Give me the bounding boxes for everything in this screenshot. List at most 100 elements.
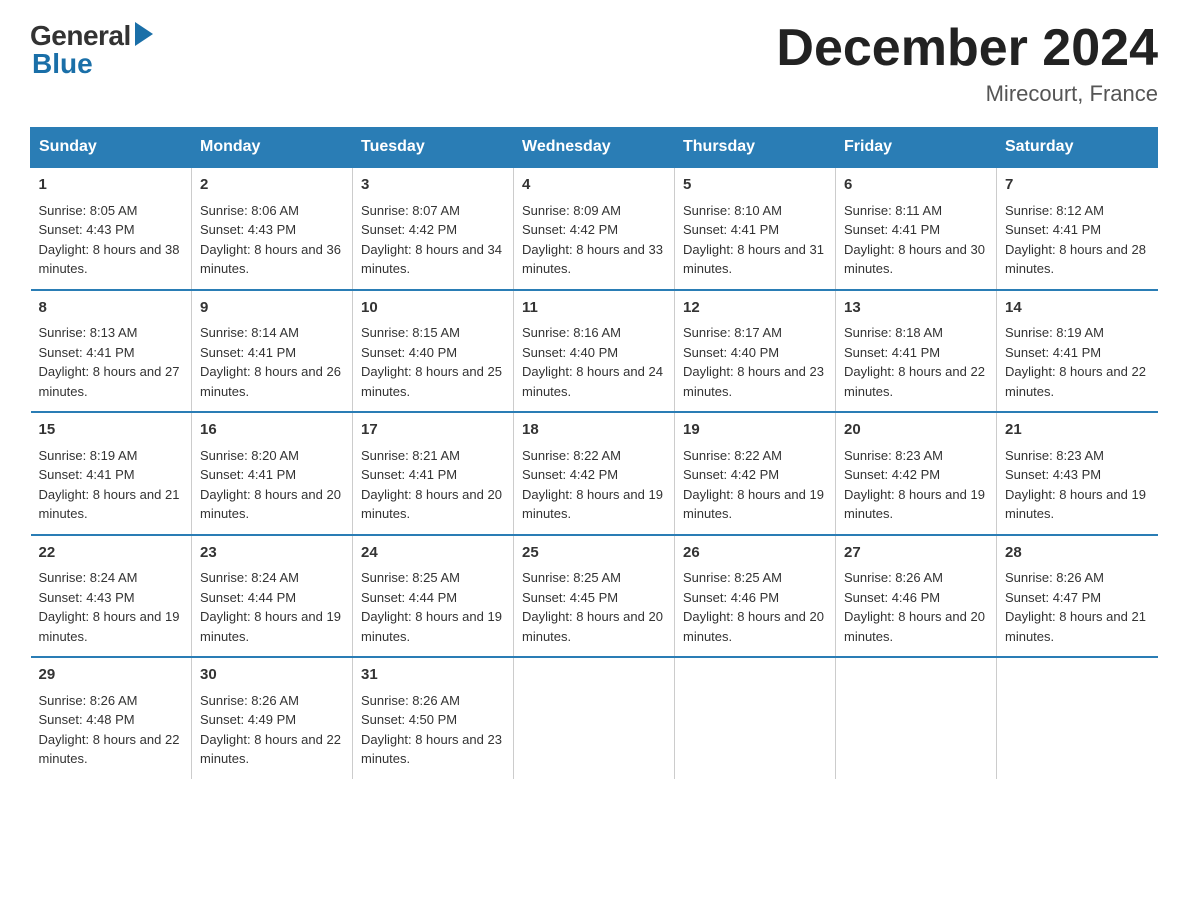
day-info: Sunrise: 8:06 AMSunset: 4:43 PMDaylight:… <box>200 203 341 277</box>
day-info: Sunrise: 8:25 AMSunset: 4:46 PMDaylight:… <box>683 570 824 644</box>
calendar-cell: 30 Sunrise: 8:26 AMSunset: 4:49 PMDayligh… <box>192 657 353 779</box>
calendar-cell: 11Sunrise: 8:16 AMSunset: 4:40 PMDayligh… <box>514 290 675 413</box>
day-number: 21 <box>1005 419 1150 442</box>
calendar-week-row: 8 Sunrise: 8:13 AMSunset: 4:41 PMDaylight… <box>31 290 1158 413</box>
day-number: 23 <box>200 542 344 565</box>
calendar-header-row: SundayMondayTuesdayWednesdayThursdayFrid… <box>31 128 1158 168</box>
day-number: 24 <box>361 542 505 565</box>
day-info: Sunrise: 8:17 AMSunset: 4:40 PMDaylight:… <box>683 325 824 399</box>
day-info: Sunrise: 8:14 AMSunset: 4:41 PMDaylight:… <box>200 325 341 399</box>
day-info: Sunrise: 8:12 AMSunset: 4:41 PMDaylight:… <box>1005 203 1146 277</box>
day-number: 25 <box>522 542 666 565</box>
calendar-cell: 18 Sunrise: 8:22 AMSunset: 4:42 PMDayligh… <box>514 412 675 535</box>
day-number: 14 <box>1005 297 1150 320</box>
day-number: 13 <box>844 297 988 320</box>
day-number: 30 <box>200 664 344 687</box>
logo-blue-text: Blue <box>32 48 93 80</box>
day-number: 17 <box>361 419 505 442</box>
day-info: Sunrise: 8:10 AMSunset: 4:41 PMDaylight:… <box>683 203 824 277</box>
day-number: 15 <box>39 419 184 442</box>
calendar-cell: 29Sunrise: 8:26 AMSunset: 4:48 PMDayligh… <box>31 657 192 779</box>
calendar-cell: 10 Sunrise: 8:15 AMSunset: 4:40 PMDayligh… <box>353 290 514 413</box>
day-info: Sunrise: 8:11 AMSunset: 4:41 PMDaylight:… <box>844 203 985 277</box>
calendar-cell <box>997 657 1158 779</box>
calendar-cell: 20Sunrise: 8:23 AMSunset: 4:42 PMDayligh… <box>836 412 997 535</box>
day-number: 10 <box>361 297 505 320</box>
day-info: Sunrise: 8:07 AMSunset: 4:42 PMDaylight:… <box>361 203 502 277</box>
day-number: 9 <box>200 297 344 320</box>
calendar-cell <box>675 657 836 779</box>
day-info: Sunrise: 8:22 AMSunset: 4:42 PMDaylight:… <box>522 448 663 522</box>
header-thursday: Thursday <box>675 128 836 168</box>
day-number: 29 <box>39 664 184 687</box>
day-info: Sunrise: 8:05 AMSunset: 4:43 PMDaylight:… <box>39 203 180 277</box>
day-number: 18 <box>522 419 666 442</box>
day-number: 1 <box>39 174 184 197</box>
calendar-cell: 31 Sunrise: 8:26 AMSunset: 4:50 PMDayligh… <box>353 657 514 779</box>
calendar-cell: 22 Sunrise: 8:24 AMSunset: 4:43 PMDayligh… <box>31 535 192 658</box>
day-number: 16 <box>200 419 344 442</box>
day-info: Sunrise: 8:19 AMSunset: 4:41 PMDaylight:… <box>39 448 180 522</box>
day-info: Sunrise: 8:23 AMSunset: 4:43 PMDaylight:… <box>1005 448 1146 522</box>
day-info: Sunrise: 8:24 AMSunset: 4:44 PMDaylight:… <box>200 570 341 644</box>
day-info: Sunrise: 8:25 AMSunset: 4:45 PMDaylight:… <box>522 570 663 644</box>
calendar-cell <box>514 657 675 779</box>
logo: General Blue <box>30 20 153 80</box>
day-info: Sunrise: 8:26 AMSunset: 4:49 PMDaylight:… <box>200 693 341 767</box>
day-info: Sunrise: 8:26 AMSunset: 4:46 PMDaylight:… <box>844 570 985 644</box>
calendar-cell: 26 Sunrise: 8:25 AMSunset: 4:46 PMDayligh… <box>675 535 836 658</box>
day-info: Sunrise: 8:26 AMSunset: 4:50 PMDaylight:… <box>361 693 502 767</box>
calendar-cell: 4 Sunrise: 8:09 AMSunset: 4:42 PMDaylight… <box>514 167 675 290</box>
day-number: 31 <box>361 664 505 687</box>
calendar-cell: 3 Sunrise: 8:07 AMSunset: 4:42 PMDaylight… <box>353 167 514 290</box>
day-info: Sunrise: 8:26 AMSunset: 4:47 PMDaylight:… <box>1005 570 1146 644</box>
day-number: 22 <box>39 542 184 565</box>
calendar-cell: 8 Sunrise: 8:13 AMSunset: 4:41 PMDaylight… <box>31 290 192 413</box>
calendar-cell: 12 Sunrise: 8:17 AMSunset: 4:40 PMDayligh… <box>675 290 836 413</box>
day-info: Sunrise: 8:21 AMSunset: 4:41 PMDaylight:… <box>361 448 502 522</box>
header-tuesday: Tuesday <box>353 128 514 168</box>
day-number: 5 <box>683 174 827 197</box>
month-title: December 2024 <box>776 20 1158 77</box>
calendar-week-row: 29Sunrise: 8:26 AMSunset: 4:48 PMDayligh… <box>31 657 1158 779</box>
calendar-cell: 24Sunrise: 8:25 AMSunset: 4:44 PMDayligh… <box>353 535 514 658</box>
title-area: December 2024 Mirecourt, France <box>776 20 1158 107</box>
calendar-cell: 15 Sunrise: 8:19 AMSunset: 4:41 PMDayligh… <box>31 412 192 535</box>
day-number: 19 <box>683 419 827 442</box>
calendar-cell <box>836 657 997 779</box>
calendar-week-row: 22 Sunrise: 8:24 AMSunset: 4:43 PMDayligh… <box>31 535 1158 658</box>
day-info: Sunrise: 8:13 AMSunset: 4:41 PMDaylight:… <box>39 325 180 399</box>
calendar-cell: 14 Sunrise: 8:19 AMSunset: 4:41 PMDayligh… <box>997 290 1158 413</box>
calendar-cell: 2 Sunrise: 8:06 AMSunset: 4:43 PMDaylight… <box>192 167 353 290</box>
day-number: 8 <box>39 297 184 320</box>
day-number: 2 <box>200 174 344 197</box>
calendar-cell: 16 Sunrise: 8:20 AMSunset: 4:41 PMDayligh… <box>192 412 353 535</box>
day-info: Sunrise: 8:19 AMSunset: 4:41 PMDaylight:… <box>1005 325 1146 399</box>
day-number: 12 <box>683 297 827 320</box>
calendar-table: SundayMondayTuesdayWednesdayThursdayFrid… <box>30 127 1158 779</box>
location-text: Mirecourt, France <box>776 81 1158 107</box>
calendar-cell: 25 Sunrise: 8:25 AMSunset: 4:45 PMDayligh… <box>514 535 675 658</box>
day-number: 28 <box>1005 542 1150 565</box>
calendar-cell: 23 Sunrise: 8:24 AMSunset: 4:44 PMDayligh… <box>192 535 353 658</box>
calendar-cell: 6Sunrise: 8:11 AMSunset: 4:41 PMDaylight… <box>836 167 997 290</box>
day-info: Sunrise: 8:20 AMSunset: 4:41 PMDaylight:… <box>200 448 341 522</box>
day-info: Sunrise: 8:18 AMSunset: 4:41 PMDaylight:… <box>844 325 985 399</box>
day-number: 3 <box>361 174 505 197</box>
day-info: Sunrise: 8:15 AMSunset: 4:40 PMDaylight:… <box>361 325 502 399</box>
header-sunday: Sunday <box>31 128 192 168</box>
calendar-cell: 21 Sunrise: 8:23 AMSunset: 4:43 PMDayligh… <box>997 412 1158 535</box>
day-number: 26 <box>683 542 827 565</box>
calendar-cell: 9 Sunrise: 8:14 AMSunset: 4:41 PMDaylight… <box>192 290 353 413</box>
day-number: 4 <box>522 174 666 197</box>
day-number: 7 <box>1005 174 1150 197</box>
day-info: Sunrise: 8:09 AMSunset: 4:42 PMDaylight:… <box>522 203 663 277</box>
header-friday: Friday <box>836 128 997 168</box>
header-monday: Monday <box>192 128 353 168</box>
calendar-cell: 27Sunrise: 8:26 AMSunset: 4:46 PMDayligh… <box>836 535 997 658</box>
day-info: Sunrise: 8:24 AMSunset: 4:43 PMDaylight:… <box>39 570 180 644</box>
day-info: Sunrise: 8:23 AMSunset: 4:42 PMDaylight:… <box>844 448 985 522</box>
header-wednesday: Wednesday <box>514 128 675 168</box>
calendar-cell: 1 Sunrise: 8:05 AMSunset: 4:43 PMDaylight… <box>31 167 192 290</box>
calendar-cell: 13 Sunrise: 8:18 AMSunset: 4:41 PMDayligh… <box>836 290 997 413</box>
